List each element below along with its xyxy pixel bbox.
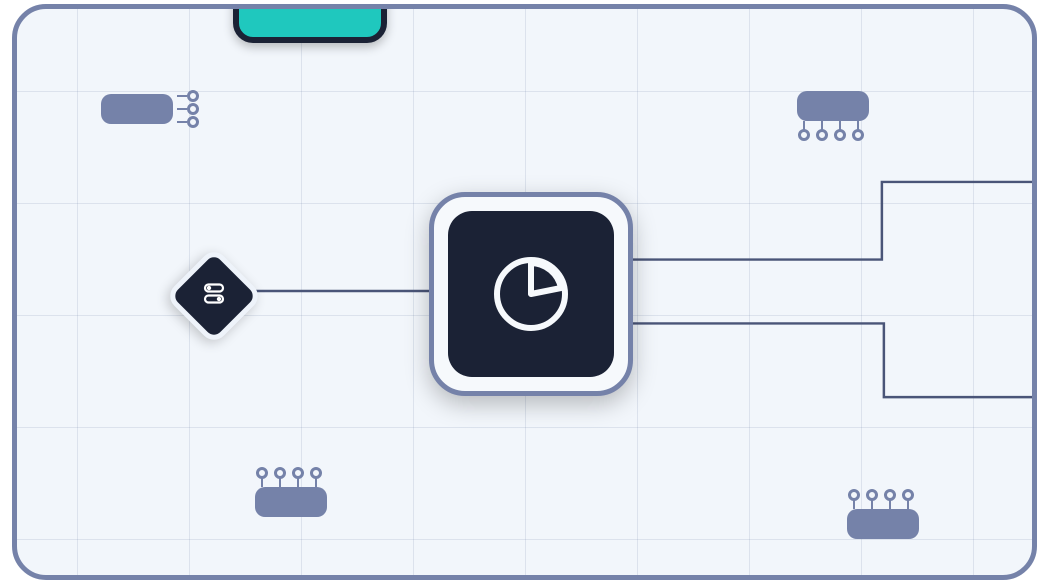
chip-node-top-right[interactable] bbox=[797, 91, 869, 121]
teal-block-node[interactable] bbox=[233, 4, 387, 43]
chip-node-bottom-right[interactable] bbox=[847, 509, 919, 539]
pie-chart-icon bbox=[485, 248, 577, 340]
chip-node-top-left[interactable] bbox=[101, 94, 173, 124]
analytics-center-node[interactable] bbox=[429, 192, 633, 396]
sliders-icon bbox=[199, 279, 229, 314]
analytics-center-node-inner bbox=[448, 211, 614, 377]
canvas-frame bbox=[12, 4, 1037, 580]
chip-node-bottom-left[interactable] bbox=[255, 487, 327, 517]
